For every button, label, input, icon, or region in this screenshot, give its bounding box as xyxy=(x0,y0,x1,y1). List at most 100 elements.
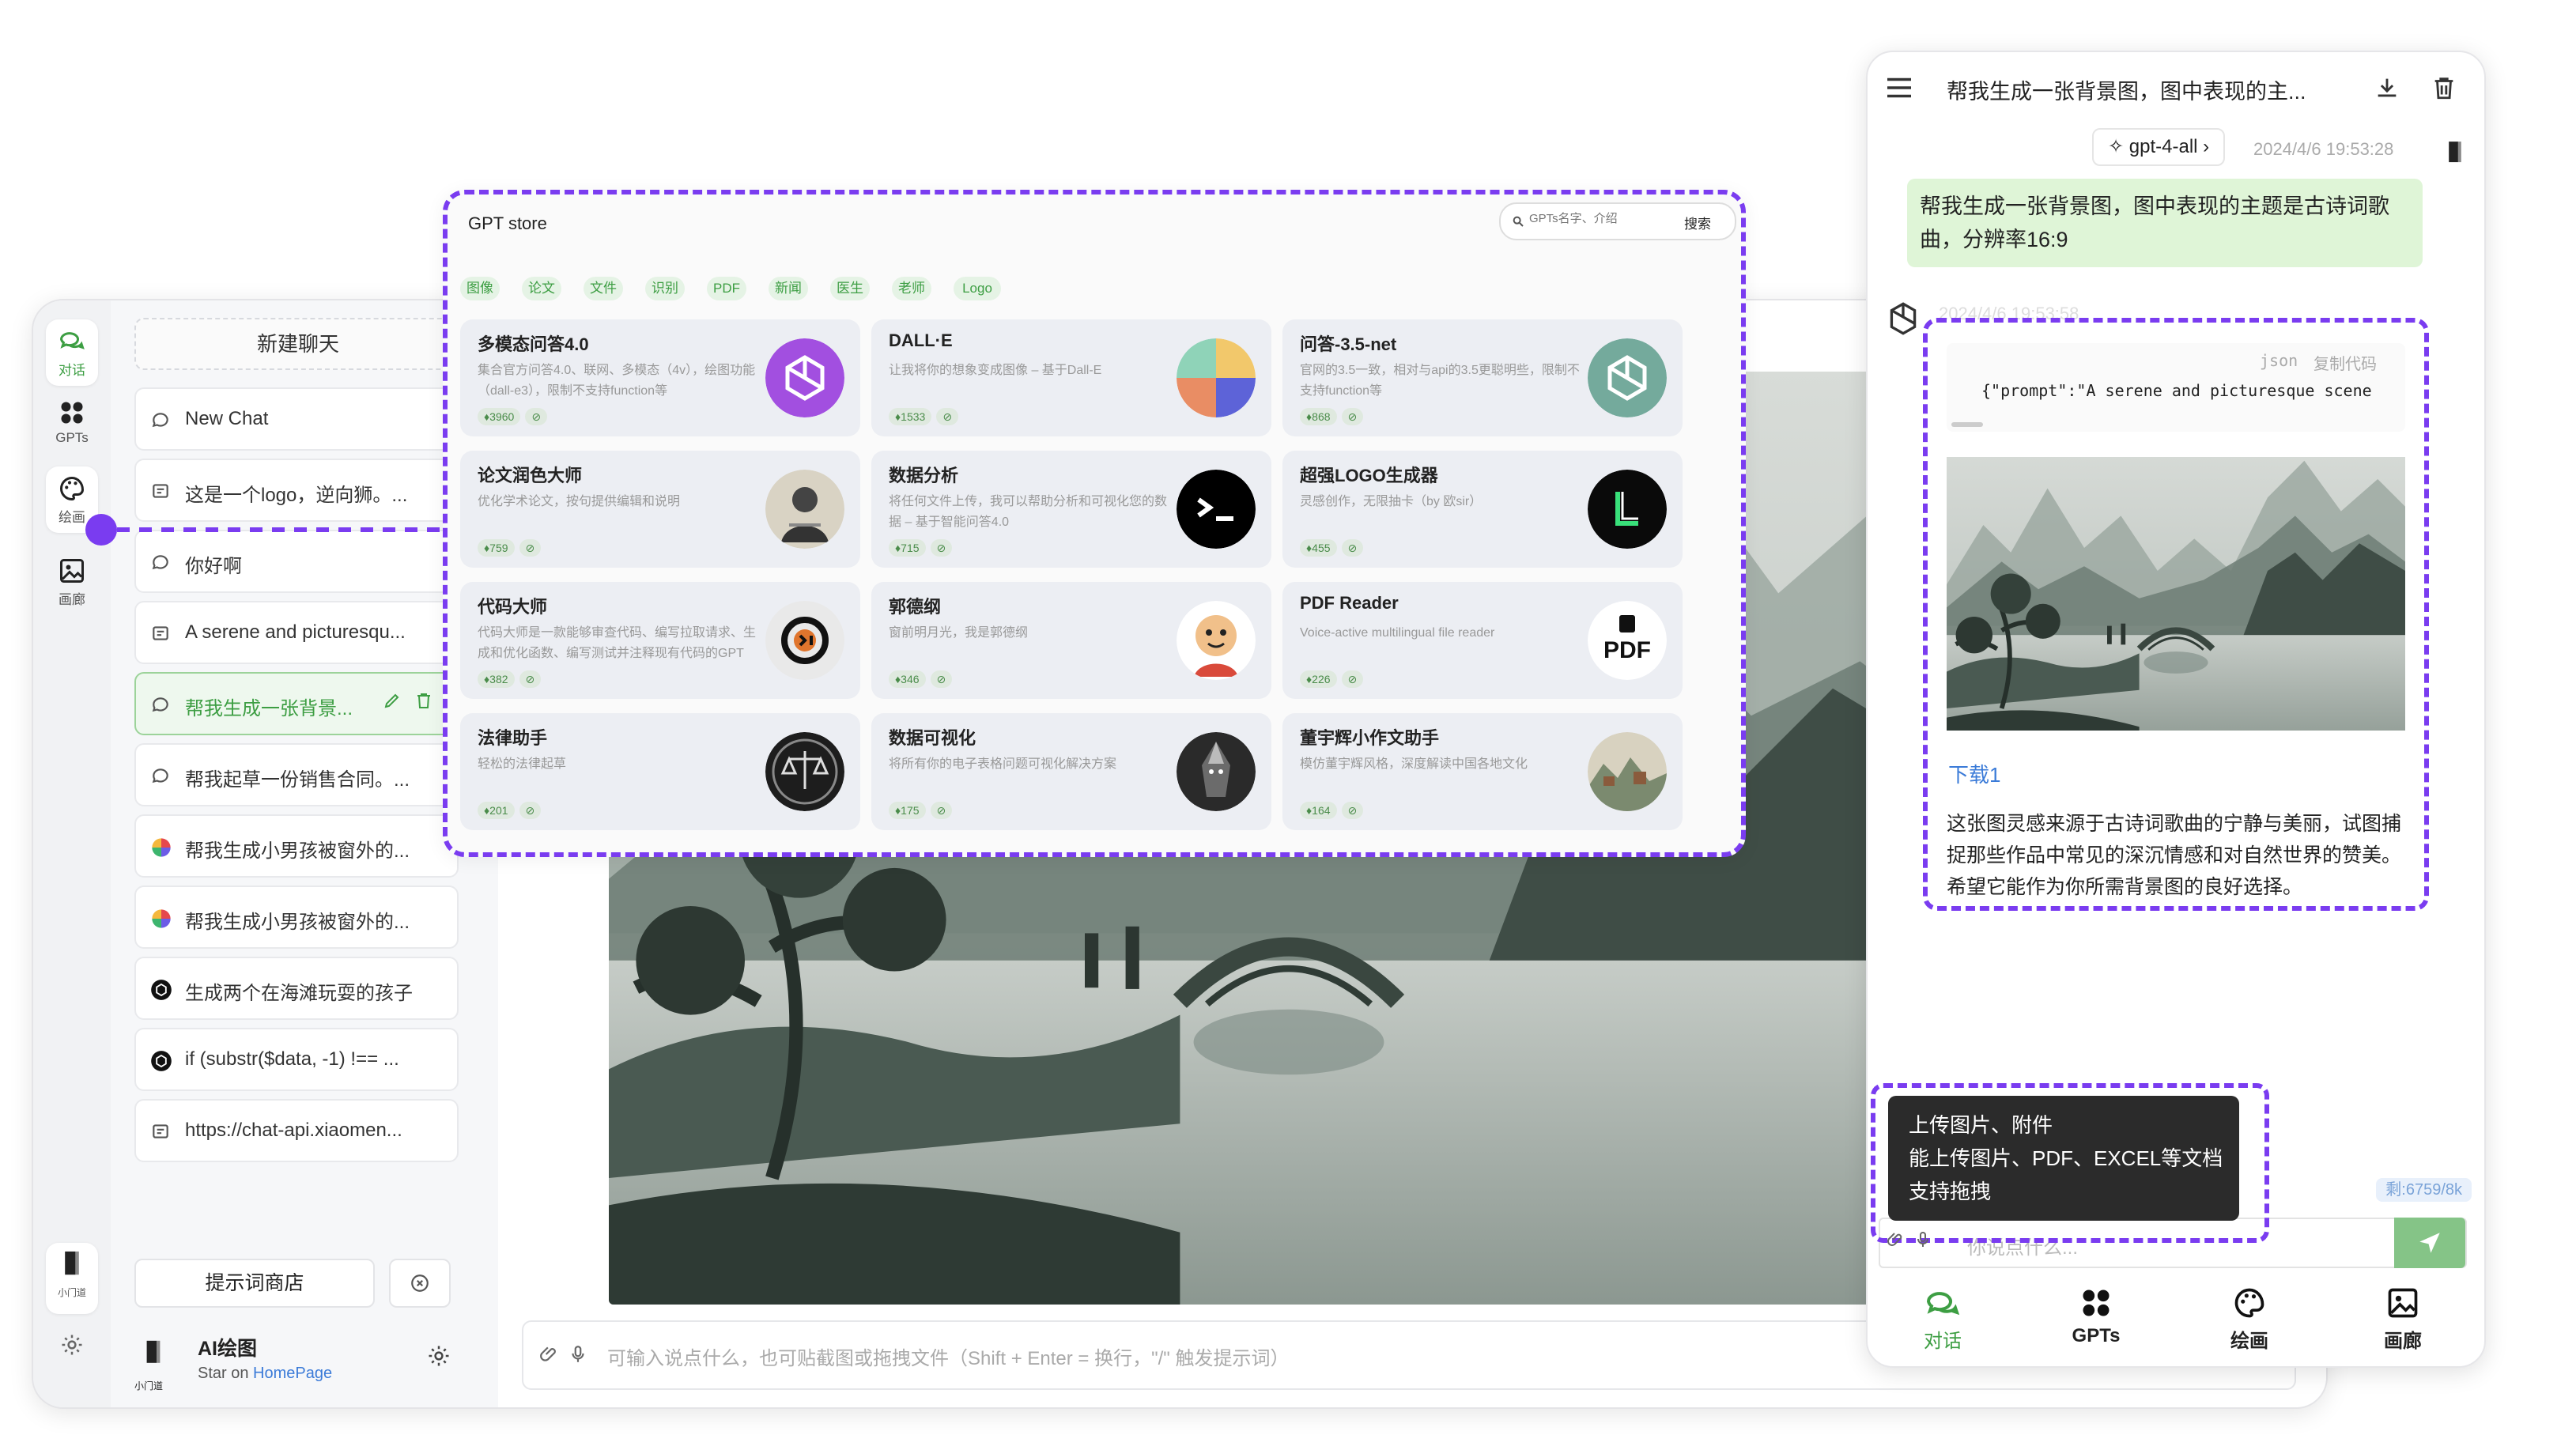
prompt-store-button[interactable]: 提示词商店 xyxy=(134,1259,375,1308)
generated-landscape-thumbnail[interactable] xyxy=(1947,457,2405,731)
store-tag[interactable]: 文件 xyxy=(584,277,623,300)
gpt-store-panel: GPT store 搜索 图像论文文件识别 PDF 新闻医生老师 Logo 多模态问答… xyxy=(443,190,1746,857)
clear-button[interactable] xyxy=(389,1259,451,1308)
gpt-card[interactable]: 数据可视化 将所有你的电子表格问题可视化解决方案 ♦175 ⊘ xyxy=(871,713,1271,830)
desktop-nav-sidebar: 对话 GPTs 绘画 画廊 小门道 xyxy=(33,300,111,1407)
dislike-icon[interactable]: ⊘ xyxy=(519,802,542,819)
gpt-card[interactable]: 法律助手 轻松的法律起草 ♦201 ⊘ xyxy=(460,713,860,830)
usage-count: 164 xyxy=(1312,804,1331,817)
store-tag[interactable]: 图像 xyxy=(460,277,500,300)
new-chat-button[interactable]: 新建聊天 xyxy=(134,318,462,370)
gpt-card[interactable]: PDF Reader Voice-active multilingual file… xyxy=(1282,582,1683,699)
chat-list-item[interactable]: 帮我生成一张背景... xyxy=(134,672,459,735)
chat-list-item[interactable]: A serene and picturesqu... xyxy=(134,601,459,664)
gpt-card-desc: 官网的3.5一致，相对与api的3.5更聪明些，限制不支持function等 xyxy=(1300,364,1580,398)
dislike-icon[interactable]: ⊘ xyxy=(519,539,542,557)
nav-item-gpts[interactable]: GPTs xyxy=(46,391,98,457)
gpt-card[interactable]: 论文润色大师 优化学术论文，按句提供编辑和说明 ♦759 ⊘ xyxy=(460,451,860,568)
dislike-icon[interactable]: ⊘ xyxy=(930,670,953,688)
dislike-icon[interactable]: ⊘ xyxy=(930,802,953,819)
store-search-button[interactable]: 搜索 xyxy=(1684,213,1711,232)
send-button[interactable] xyxy=(2394,1218,2465,1268)
mobile-tab-draw[interactable]: 绘画 xyxy=(2190,1286,2309,1353)
dislike-icon[interactable]: ⊘ xyxy=(519,670,542,688)
chat-list-item[interactable]: 帮我生成小男孩被窗外的... xyxy=(134,885,459,949)
dislike-icon[interactable]: ⊘ xyxy=(936,408,959,425)
chat-list-item[interactable]: 生成两个在海滩玩耍的孩子 xyxy=(134,957,459,1020)
pdf-icon: PDF xyxy=(1588,601,1667,680)
trash-icon[interactable] xyxy=(2431,74,2457,101)
dislike-icon[interactable]: ⊘ xyxy=(1341,408,1364,425)
bot-message-text: 这张图灵感来源于古诗词歌曲的宁静与美丽，试图捕捉那些作品中常见的深沉情感和对自然… xyxy=(1947,813,2402,898)
chat-list-item[interactable]: if (substr($data, -1) !== ... xyxy=(134,1028,459,1091)
gpt-card[interactable]: 多模态问答4.0 集合官方问答4.0、联网、多模态（4v），绘图功能（dall-e… xyxy=(460,319,860,436)
mobile-tab-gpts[interactable]: GPTs xyxy=(2037,1286,2155,1347)
gpt-card-title: 数据可视化 xyxy=(889,728,976,748)
chat-list-item[interactable]: https://chat-api.xiaomen... xyxy=(134,1099,459,1162)
microphone-icon[interactable] xyxy=(1913,1230,1932,1249)
gpt-card[interactable]: DALL·E 让我将你的想象变成图像 – 基于Dall-E ♦1533 ⊘ xyxy=(871,319,1271,436)
mobile-tab-chat[interactable]: 对话 xyxy=(1883,1286,2002,1353)
gpt-card-desc: 将所有你的电子表格问题可视化解决方案 xyxy=(889,757,1117,771)
brand-name: AI绘图 xyxy=(198,1338,258,1360)
copy-code-button[interactable]: 复制代码 xyxy=(2313,351,2377,374)
gpt-card-badges: ♦226 ⊘ xyxy=(1300,670,1368,688)
dislike-icon[interactable]: ⊘ xyxy=(1341,539,1364,557)
dislike-icon[interactable]: ⊘ xyxy=(930,539,953,557)
paperclip-icon[interactable] xyxy=(1887,1230,1906,1249)
microphone-icon[interactable] xyxy=(568,1344,588,1365)
store-tag[interactable]: PDF xyxy=(707,277,746,300)
gpt-card-desc: 窗前明月光，我是郭德纲 xyxy=(889,626,1029,640)
openai-purple-icon xyxy=(765,338,844,417)
mobile-tab-gallery[interactable]: 画廊 xyxy=(2344,1286,2462,1353)
remaining-badge: 剩:6759/8k xyxy=(2376,1178,2472,1202)
gpt-card[interactable]: 超强LOGO生成器 灵感创作，无限抽卡（by 欧sir） ♦455 ⊘ xyxy=(1282,451,1683,568)
mobile-header-title: 帮我生成一张背景图，图中表现的主... xyxy=(1947,80,2306,104)
store-tag[interactable]: 医生 xyxy=(830,277,870,300)
trash-icon[interactable] xyxy=(414,691,433,716)
model-selector[interactable]: ✧ gpt-4-all › xyxy=(2092,128,2226,166)
chat-list-item[interactable]: New Chat xyxy=(134,387,459,451)
store-tag[interactable]: 新闻 xyxy=(769,277,808,300)
chat-list-item[interactable]: 帮我起草一份销售合同。... xyxy=(134,743,459,806)
dislike-icon[interactable]: ⊘ xyxy=(1341,670,1364,688)
nav-settings[interactable] xyxy=(46,1325,98,1369)
svg-text:PDF: PDF xyxy=(1603,637,1651,663)
store-tag[interactable]: 识别 xyxy=(645,277,685,300)
dislike-icon[interactable]: ⊘ xyxy=(1341,802,1364,819)
brand-sub-prefix: Star on xyxy=(198,1365,249,1382)
gear-icon xyxy=(62,1335,82,1355)
code-scrollbar[interactable] xyxy=(1951,422,1983,427)
nav-logo[interactable]: 小门道 xyxy=(46,1243,98,1314)
store-tag[interactable]: 老师 xyxy=(892,277,931,300)
download-icon[interactable] xyxy=(2374,74,2400,101)
gpt-card-badges: ♦346 ⊘ xyxy=(889,670,957,688)
gear-icon[interactable] xyxy=(427,1344,451,1368)
nav-item-gallery[interactable]: 画廊 xyxy=(46,549,98,615)
gpt-card[interactable]: 董宇辉小作文助手 模仿董宇辉风格，深度解读中国各地文化 ♦164 ⊘ xyxy=(1282,713,1683,830)
menu-icon[interactable] xyxy=(1885,76,1913,100)
gpt-card-badges: ♦201 ⊘ xyxy=(478,802,546,819)
store-tag[interactable]: Logo xyxy=(954,277,1001,300)
homepage-link[interactable]: HomePage xyxy=(253,1365,332,1382)
warrior-icon xyxy=(1177,732,1256,811)
store-tag[interactable]: 论文 xyxy=(522,277,561,300)
user-avatar xyxy=(2449,142,2461,163)
store-search-input[interactable] xyxy=(1528,211,1657,226)
gpt-card[interactable]: 郭德纲 窗前明月光，我是郭德纲 ♦346 ⊘ xyxy=(871,582,1271,699)
image-icon xyxy=(2344,1286,2462,1320)
search-icon xyxy=(1513,216,1524,227)
nav-item-chat[interactable]: 对话 xyxy=(46,319,98,386)
chat-list-item[interactable]: 帮我生成小男孩被窗外的... xyxy=(134,814,459,878)
dislike-icon[interactable]: ⊘ xyxy=(525,408,548,425)
paperclip-icon[interactable] xyxy=(539,1344,560,1365)
edit-icon[interactable] xyxy=(383,691,402,716)
gpt-card[interactable]: 代码大师 代码大师是一款能够审查代码、编写拉取请求、生成和优化函数、编写测试并注释… xyxy=(460,582,860,699)
gpt-card-desc: 轻松的法律起草 xyxy=(478,757,567,771)
gpt-card[interactable]: 数据分析 将任何文件上传，我可以帮助分析和可视化您的数据 – 基于智能问答4.0 ♦… xyxy=(871,451,1271,568)
chat-title: 帮我生成小男孩被窗外的... xyxy=(185,840,410,862)
download-link[interactable]: 下载1 xyxy=(1948,759,2000,788)
usage-count: 868 xyxy=(1312,410,1331,423)
gpt-card[interactable]: 问答-3.5-net 官网的3.5一致，相对与api的3.5更聪明些，限制不支持f… xyxy=(1282,319,1683,436)
sparkle-icon: ✧ xyxy=(2108,136,2125,157)
